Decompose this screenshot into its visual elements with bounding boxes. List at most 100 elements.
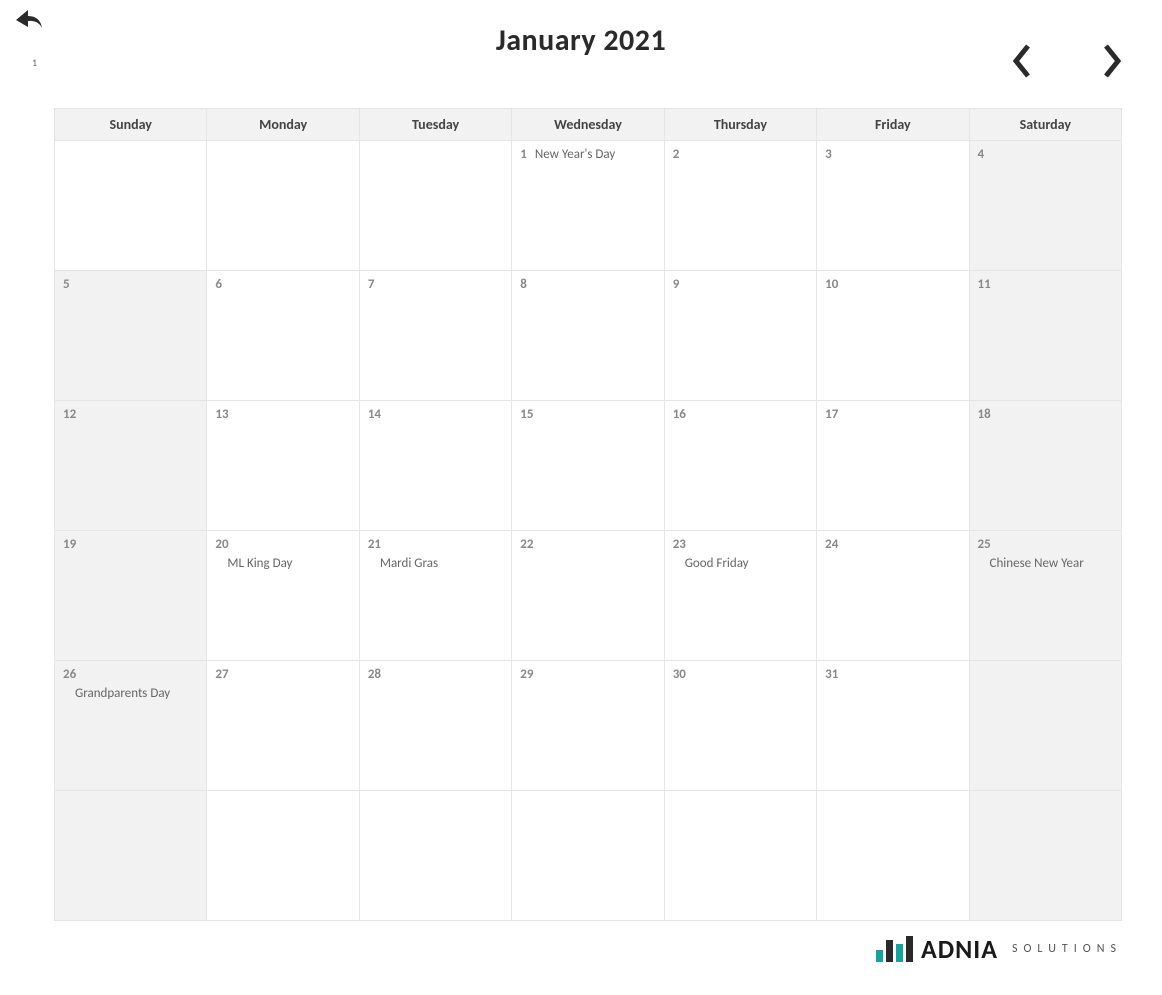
brand-bars-icon — [876, 936, 913, 962]
calendar-day-cell[interactable]: 3 — [817, 141, 969, 271]
day-number: 13 — [215, 407, 228, 422]
calendar-week-row: 19 20 ML King Day 21 Mardi Gras 22 23Good Frid… — [55, 531, 1122, 661]
calendar-day-cell[interactable]: 28 — [359, 661, 511, 791]
calendar-day-cell[interactable]: 6 — [207, 271, 359, 401]
calendar-day-cell[interactable]: 10 — [817, 271, 969, 401]
calendar-day-cell[interactable]: 9 — [664, 271, 816, 401]
calendar-week-row: 12 13 14 15 16 17 18 — [55, 401, 1122, 531]
calendar-day-cell[interactable]: 18 — [969, 401, 1121, 531]
calendar-week-row — [55, 791, 1122, 921]
weekday-header: Tuesday — [359, 109, 511, 141]
weekday-header: Saturday — [969, 109, 1121, 141]
calendar-day-cell[interactable] — [207, 141, 359, 271]
calendar-day-cell[interactable] — [55, 791, 207, 921]
month-title: January 2021 — [0, 22, 1162, 59]
calendar-day-cell[interactable] — [207, 791, 359, 921]
day-number: 1 — [520, 147, 527, 162]
calendar-week-row: 1 New Year's Day 2 3 4 — [55, 141, 1122, 271]
weekday-header: Sunday — [55, 109, 207, 141]
calendar-grid: SundayMondayTuesdayWednesdayThursdayFrid… — [54, 108, 1122, 921]
day-event: Good Friday — [673, 556, 808, 571]
calendar-day-cell[interactable]: 12 — [55, 401, 207, 531]
calendar-day-cell[interactable] — [359, 141, 511, 271]
day-number: 20 — [215, 537, 228, 552]
calendar-day-cell[interactable]: 8 — [512, 271, 664, 401]
day-number: 6 — [215, 277, 222, 292]
header-area: 1 January 2021 — [0, 0, 1162, 100]
calendar-day-cell[interactable]: 25Chinese New Year — [969, 531, 1121, 661]
day-number: 5 — [63, 277, 70, 292]
day-number: 29 — [520, 667, 533, 682]
calendar-day-cell[interactable]: 31 — [817, 661, 969, 791]
day-number: 26 — [63, 667, 76, 682]
day-event: Mardi Gras — [368, 556, 503, 571]
day-number: 3 — [825, 147, 832, 162]
calendar-day-cell[interactable]: 15 — [512, 401, 664, 531]
nav-arrows — [1012, 44, 1122, 83]
day-event: Grandparents Day — [63, 686, 198, 701]
day-number: 14 — [368, 407, 381, 422]
brand-logo: ADNIA SOLUTIONS — [876, 933, 1122, 965]
weekday-header-row: SundayMondayTuesdayWednesdayThursdayFrid… — [55, 109, 1122, 141]
weekday-header: Wednesday — [512, 109, 664, 141]
day-number: 12 — [63, 407, 76, 422]
calendar-week-row: 26 Grandparents Day 27 28 29 30 31 — [55, 661, 1122, 791]
calendar-day-cell[interactable]: 13 — [207, 401, 359, 531]
day-number: 11 — [978, 277, 991, 292]
day-number: 30 — [673, 667, 686, 682]
calendar-day-cell[interactable]: 14 — [359, 401, 511, 531]
day-number: 16 — [673, 407, 686, 422]
day-number: 25 — [978, 537, 991, 552]
calendar-day-cell[interactable]: 2 — [664, 141, 816, 271]
calendar-day-cell[interactable]: 19 — [55, 531, 207, 661]
weekday-header: Monday — [207, 109, 359, 141]
calendar-day-cell[interactable] — [55, 141, 207, 271]
calendar-day-cell[interactable]: 22 — [512, 531, 664, 661]
calendar-week-row: 5 6 7 8 9 10 11 — [55, 271, 1122, 401]
day-number: 31 — [825, 667, 838, 682]
day-number: 19 — [63, 537, 76, 552]
calendar-day-cell[interactable] — [664, 791, 816, 921]
calendar-day-cell[interactable] — [512, 791, 664, 921]
day-number: 28 — [368, 667, 381, 682]
day-event: ML King Day — [215, 556, 350, 571]
calendar-day-cell[interactable]: 26 Grandparents Day — [55, 661, 207, 791]
calendar-day-cell[interactable]: 16 — [664, 401, 816, 531]
day-number: 10 — [825, 277, 838, 292]
weekday-header: Friday — [817, 109, 969, 141]
calendar-day-cell[interactable]: 17 — [817, 401, 969, 531]
calendar-day-cell[interactable]: 21 Mardi Gras — [359, 531, 511, 661]
brand-sub: SOLUTIONS — [1012, 942, 1122, 956]
footer: ADNIA SOLUTIONS — [0, 933, 1122, 967]
calendar-day-cell[interactable]: 30 — [664, 661, 816, 791]
day-number: 17 — [825, 407, 838, 422]
calendar-day-cell[interactable] — [969, 791, 1121, 921]
calendar-day-cell[interactable]: 27 — [207, 661, 359, 791]
calendar-day-cell[interactable]: 23Good Friday — [664, 531, 816, 661]
calendar-day-cell[interactable] — [969, 661, 1121, 791]
day-number: 4 — [978, 147, 985, 162]
calendar-day-cell[interactable]: 24 — [817, 531, 969, 661]
day-number: 21 — [368, 537, 381, 552]
calendar-day-cell[interactable]: 11 — [969, 271, 1121, 401]
brand-name: ADNIA — [921, 933, 998, 965]
day-number: 7 — [368, 277, 375, 292]
calendar-day-cell[interactable]: 5 — [55, 271, 207, 401]
calendar-day-cell[interactable] — [817, 791, 969, 921]
day-number: 24 — [825, 537, 838, 552]
calendar-day-cell[interactable]: 7 — [359, 271, 511, 401]
weekday-header: Thursday — [664, 109, 816, 141]
next-month-icon[interactable] — [1102, 44, 1122, 83]
day-number: 22 — [520, 537, 533, 552]
day-number: 2 — [673, 147, 680, 162]
calendar-day-cell[interactable] — [359, 791, 511, 921]
calendar-day-cell[interactable]: 1 New Year's Day — [512, 141, 664, 271]
calendar-day-cell[interactable]: 20 ML King Day — [207, 531, 359, 661]
day-number: 9 — [673, 277, 680, 292]
calendar-day-cell[interactable]: 4 — [969, 141, 1121, 271]
day-event: New Year's Day — [535, 147, 615, 162]
prev-month-icon[interactable] — [1012, 44, 1032, 83]
day-number: 8 — [520, 277, 527, 292]
day-number: 15 — [520, 407, 533, 422]
calendar-day-cell[interactable]: 29 — [512, 661, 664, 791]
